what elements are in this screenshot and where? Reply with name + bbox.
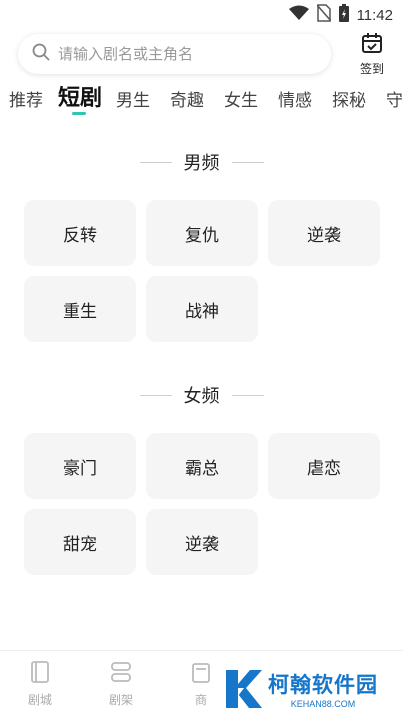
section-title-male: 男频 [0,148,403,176]
watermark-sub-text: KEHAN88.COM [290,699,356,709]
tab-emotion[interactable]: 情感 [278,86,312,116]
wifi-icon [288,5,309,25]
status-bar: 11:42 [0,0,403,28]
watermark-text: 柯翰软件园 KEHAN88.COM [268,669,378,709]
section-title-text: 女频 [183,386,220,407]
divider [231,161,264,163]
genre-chip[interactable]: 霸总 [146,433,258,499]
nav-item-shelf[interactable]: 剧架 [96,661,146,708]
genre-chip[interactable]: 逆袭 [146,509,258,575]
divider [139,161,172,163]
tab-recommend[interactable]: 推荐 [9,86,43,116]
section-title-female: 女频 [0,381,403,409]
watermark-logo-icon [222,666,264,712]
search-icon [32,43,50,65]
nav-label: 剧架 [108,693,133,707]
nav-item-store[interactable]: 商 [176,661,226,708]
watermark: 柯翰软件园 KEHAN88.COM [222,664,400,714]
section-title-text: 男频 [183,153,220,174]
category-tabs: 推荐 短剧 男生 奇趣 女生 情感 探秘 守 [0,86,403,120]
store-icon [191,661,211,687]
book-icon [30,661,50,687]
no-sim-icon [315,4,332,26]
status-time: 11:42 [356,6,393,24]
genre-chip[interactable]: 复仇 [146,200,258,266]
genre-chip[interactable]: 反转 [24,200,136,266]
checkin-label: 签到 [359,62,384,76]
divider [231,394,264,396]
genre-chip[interactable]: 重生 [24,276,136,342]
nav-item-theater[interactable]: 剧城 [15,661,65,708]
nav-label: 剧城 [27,693,52,707]
shelf-icon [110,661,132,687]
search-input[interactable] [58,45,298,63]
calendar-check-icon [361,32,383,58]
checkin-button[interactable]: 签到 [350,32,394,76]
nav-label: 商 [194,693,207,707]
genre-chip[interactable]: 逆袭 [268,200,380,266]
battery-charging-icon [338,4,349,26]
active-tab-indicator [72,112,86,115]
tab-female[interactable]: 女生 [224,86,258,116]
tab-curious[interactable]: 奇趣 [170,86,204,116]
genre-chip[interactable]: 虐恋 [268,433,380,499]
tab-short-drama[interactable]: 短剧 [58,86,102,114]
genre-chip[interactable]: 战神 [146,276,258,342]
tab-male[interactable]: 男生 [116,86,150,116]
divider [139,394,172,396]
tab-guard[interactable]: 守 [386,86,403,116]
genre-chip[interactable]: 豪门 [24,433,136,499]
tab-explore[interactable]: 探秘 [332,86,366,116]
watermark-main-text: 柯翰软件园 [268,673,378,697]
search-bar[interactable] [18,34,331,74]
genre-chip[interactable]: 甜宠 [24,509,136,575]
status-icons: 11:42 [288,4,393,26]
